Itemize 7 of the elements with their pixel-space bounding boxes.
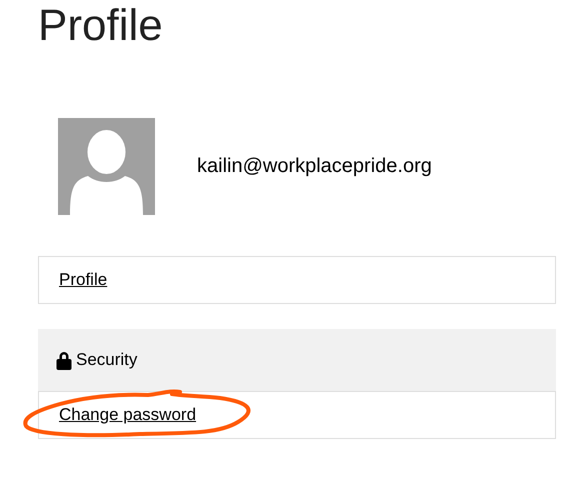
section-title: Security [76, 350, 138, 370]
nav-link[interactable]: Profile [59, 270, 108, 290]
page-title: Profile [38, 0, 164, 51]
settings-link[interactable]: Change password [59, 405, 196, 425]
avatar-icon [58, 118, 155, 215]
user-email: kailin@workplacepride.org [197, 155, 432, 178]
lock-icon [56, 350, 72, 370]
